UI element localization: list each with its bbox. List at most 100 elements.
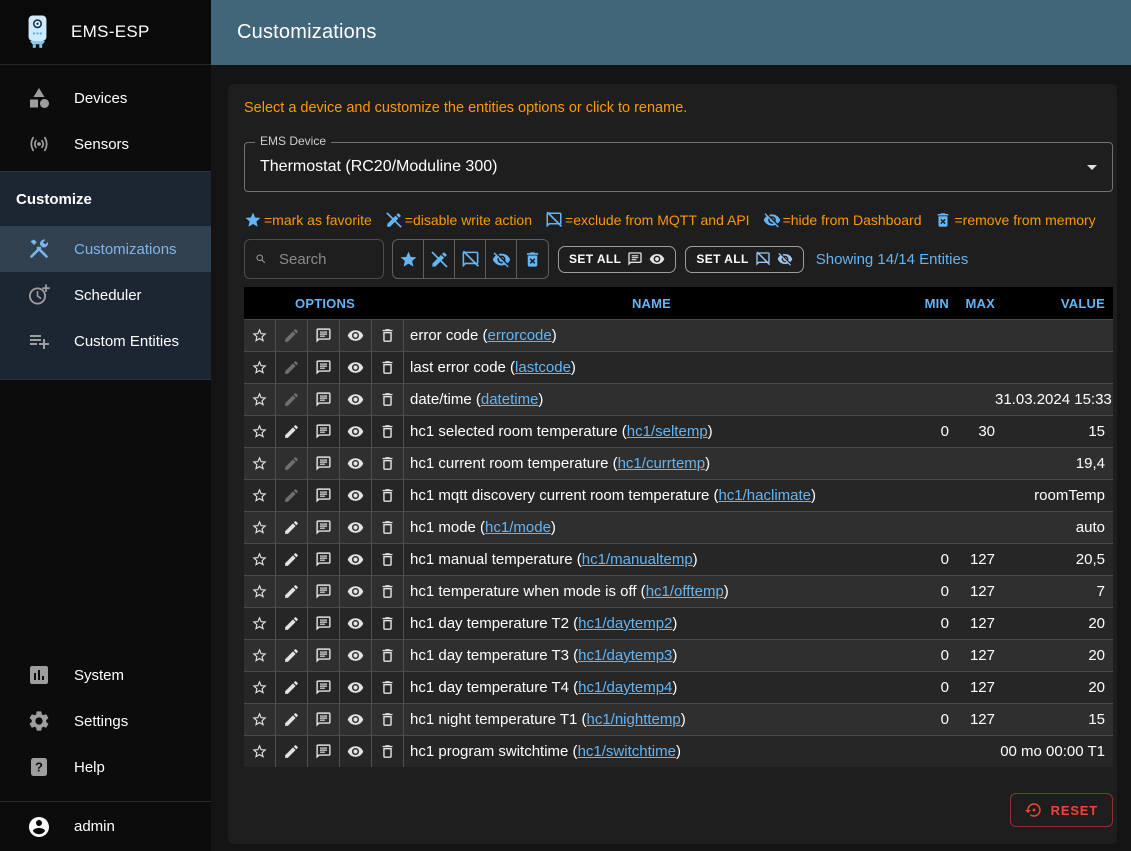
rename-edit-button[interactable] xyxy=(276,416,308,447)
table-row[interactable]: error code (errorcode) xyxy=(244,319,1113,351)
entity-shortname-link[interactable]: hc1/mode xyxy=(485,519,551,536)
favorite-button[interactable] xyxy=(244,704,276,735)
hide-dashboard-button[interactable] xyxy=(340,448,372,479)
write-disabled-filter-toggle[interactable] xyxy=(424,240,455,278)
table-row[interactable]: hc1 day temperature T2 (hc1/daytemp2) 0 … xyxy=(244,607,1113,639)
remove-memory-button[interactable] xyxy=(372,448,404,479)
entity-shortname-link[interactable]: hc1/haclimate xyxy=(718,487,811,504)
favorite-filter-toggle[interactable] xyxy=(393,240,424,278)
hide-dashboard-button[interactable] xyxy=(340,320,372,351)
sidebar-item-custom-entities[interactable]: Custom Entities xyxy=(0,318,211,364)
hide-dashboard-button[interactable] xyxy=(340,384,372,415)
favorite-button[interactable] xyxy=(244,736,276,767)
favorite-button[interactable] xyxy=(244,384,276,415)
sidebar-item-scheduler[interactable]: Scheduler xyxy=(0,272,211,318)
mqtt-exclude-button[interactable] xyxy=(308,544,340,575)
entity-shortname-link[interactable]: lastcode xyxy=(515,359,571,376)
hide-dashboard-button[interactable] xyxy=(340,576,372,607)
mqtt-exclude-button[interactable] xyxy=(308,512,340,543)
ems-device-select[interactable]: EMS Device Thermostat (RC20/Moduline 300… xyxy=(244,142,1113,192)
reset-button[interactable]: RESET xyxy=(1010,793,1113,827)
set-all-hidden-button[interactable]: SET ALL xyxy=(685,246,803,273)
table-row[interactable]: hc1 current room temperature (hc1/currte… xyxy=(244,447,1113,479)
hide-dashboard-button[interactable] xyxy=(340,704,372,735)
entity-shortname-link[interactable]: hc1/offtemp xyxy=(646,583,724,600)
favorite-button[interactable] xyxy=(244,672,276,703)
rename-edit-button[interactable] xyxy=(276,608,308,639)
sidebar-item-customizations[interactable]: Customizations xyxy=(0,226,211,272)
rename-edit-button[interactable] xyxy=(276,704,308,735)
entity-shortname-link[interactable]: hc1/nighttemp xyxy=(586,711,680,728)
remove-memory-button[interactable] xyxy=(372,640,404,671)
table-row[interactable]: hc1 temperature when mode is off (hc1/of… xyxy=(244,575,1113,607)
favorite-button[interactable] xyxy=(244,480,276,511)
entity-shortname-link[interactable]: errorcode xyxy=(488,327,552,344)
remove-memory-button[interactable] xyxy=(372,608,404,639)
remove-memory-button[interactable] xyxy=(372,320,404,351)
table-row[interactable]: date/time (datetime) 31.03.2024 15:33 xyxy=(244,383,1113,415)
mqtt-exclude-button[interactable] xyxy=(308,320,340,351)
search-box[interactable] xyxy=(244,239,384,279)
remove-memory-button[interactable] xyxy=(372,480,404,511)
sidebar-item-system[interactable]: System xyxy=(0,652,211,698)
table-row[interactable]: hc1 mode (hc1/mode) auto xyxy=(244,511,1113,543)
sidebar-item-sensors[interactable]: Sensors xyxy=(0,121,211,167)
remove-memory-button[interactable] xyxy=(372,512,404,543)
table-row[interactable]: hc1 mqtt discovery current room temperat… xyxy=(244,479,1113,511)
favorite-button[interactable] xyxy=(244,448,276,479)
remove-memory-button[interactable] xyxy=(372,704,404,735)
rename-edit-button[interactable] xyxy=(276,448,308,479)
mqtt-exclude-button[interactable] xyxy=(308,576,340,607)
entity-shortname-link[interactable]: hc1/daytemp3 xyxy=(578,647,672,664)
favorite-button[interactable] xyxy=(244,512,276,543)
entity-shortname-link[interactable]: hc1/manualtemp xyxy=(582,551,693,568)
sidebar-item-help[interactable]: Help xyxy=(0,744,211,790)
favorite-button[interactable] xyxy=(244,576,276,607)
table-row[interactable]: hc1 program switchtime (hc1/switchtime) … xyxy=(244,735,1113,767)
hide-dashboard-button[interactable] xyxy=(340,736,372,767)
rename-edit-button[interactable] xyxy=(276,352,308,383)
entity-shortname-link[interactable]: datetime xyxy=(481,391,539,408)
table-row[interactable]: hc1 day temperature T4 (hc1/daytemp4) 0 … xyxy=(244,671,1113,703)
mqtt-exclude-button[interactable] xyxy=(308,736,340,767)
rename-edit-button[interactable] xyxy=(276,320,308,351)
column-header-name[interactable]: NAME xyxy=(406,296,897,311)
table-row[interactable]: hc1 manual temperature (hc1/manualtemp) … xyxy=(244,543,1113,575)
remove-memory-button[interactable] xyxy=(372,544,404,575)
favorite-button[interactable] xyxy=(244,416,276,447)
sidebar-item-devices[interactable]: Devices xyxy=(0,75,211,121)
sidebar-item-settings[interactable]: Settings xyxy=(0,698,211,744)
table-row[interactable]: hc1 selected room temperature (hc1/selte… xyxy=(244,415,1113,447)
rename-edit-button[interactable] xyxy=(276,640,308,671)
remove-memory-button[interactable] xyxy=(372,384,404,415)
search-input[interactable] xyxy=(277,250,373,269)
remove-memory-button[interactable] xyxy=(372,416,404,447)
favorite-button[interactable] xyxy=(244,640,276,671)
hide-dashboard-button[interactable] xyxy=(340,352,372,383)
entity-shortname-link[interactable]: hc1/daytemp4 xyxy=(578,679,672,696)
table-row[interactable]: hc1 night temperature T1 (hc1/nighttemp)… xyxy=(244,703,1113,735)
mqtt-exclude-button[interactable] xyxy=(308,352,340,383)
remove-memory-button[interactable] xyxy=(372,352,404,383)
favorite-button[interactable] xyxy=(244,352,276,383)
hide-dashboard-button[interactable] xyxy=(340,480,372,511)
mqtt-excluded-filter-toggle[interactable] xyxy=(455,240,486,278)
favorite-button[interactable] xyxy=(244,608,276,639)
mqtt-exclude-button[interactable] xyxy=(308,384,340,415)
rename-edit-button[interactable] xyxy=(276,544,308,575)
mqtt-exclude-button[interactable] xyxy=(308,416,340,447)
hide-dashboard-button[interactable] xyxy=(340,608,372,639)
mqtt-exclude-button[interactable] xyxy=(308,704,340,735)
remove-memory-button[interactable] xyxy=(372,672,404,703)
rename-edit-button[interactable] xyxy=(276,480,308,511)
rename-edit-button[interactable] xyxy=(276,736,308,767)
table-row[interactable]: hc1 day temperature T3 (hc1/daytemp3) 0 … xyxy=(244,639,1113,671)
mqtt-exclude-button[interactable] xyxy=(308,640,340,671)
hide-dashboard-button[interactable] xyxy=(340,512,372,543)
mqtt-exclude-button[interactable] xyxy=(308,480,340,511)
remove-memory-button[interactable] xyxy=(372,736,404,767)
removed-filter-toggle[interactable] xyxy=(517,240,548,278)
entity-shortname-link[interactable]: hc1/currtemp xyxy=(618,455,706,472)
hide-dashboard-button[interactable] xyxy=(340,544,372,575)
set-all-visible-button[interactable]: SET ALL xyxy=(558,246,676,273)
